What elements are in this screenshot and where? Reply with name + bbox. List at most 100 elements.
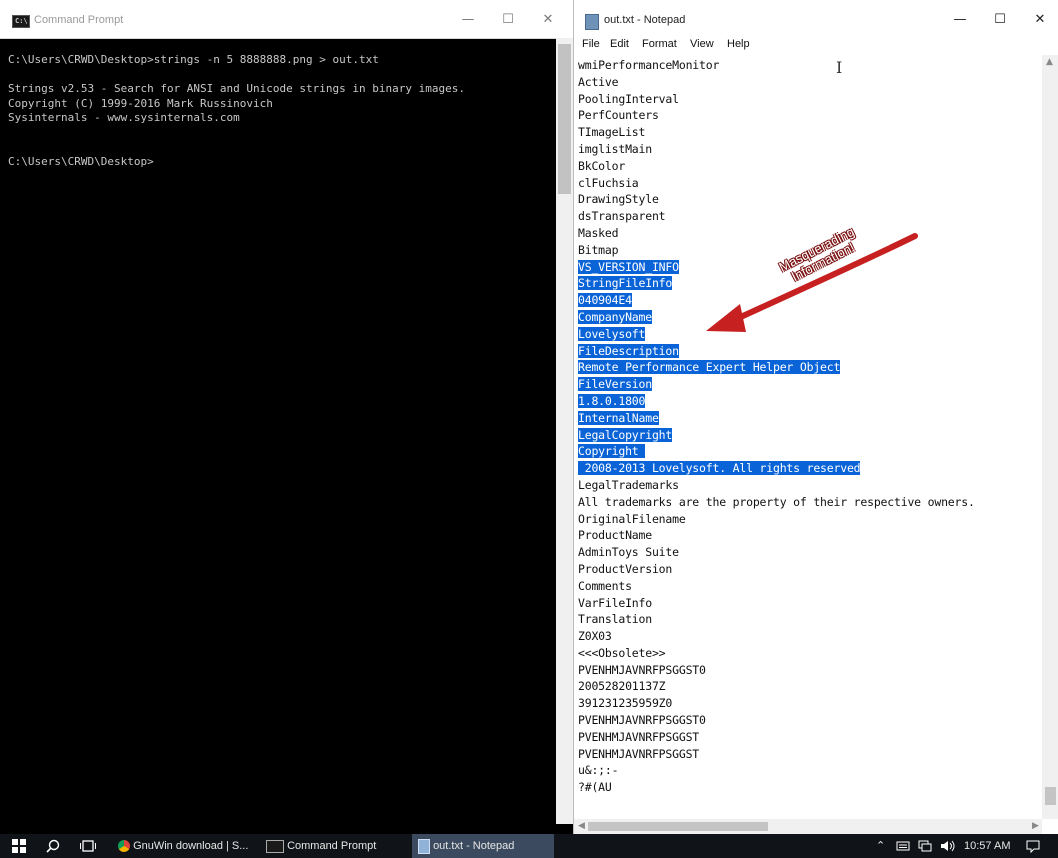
maximize-button[interactable]: ☐: [496, 8, 520, 32]
console-output[interactable]: C:\Users\CRWD\Desktop>strings -n 5 88888…: [0, 38, 556, 824]
taskbar-item-notepad[interactable]: out.txt - Notepad: [412, 834, 554, 858]
selected-text-line: LegalCopyright: [578, 427, 1042, 444]
text-line-content: OriginalFilename: [578, 511, 686, 526]
text-line-content: FileDescription: [578, 343, 679, 358]
chrome-icon: [118, 840, 130, 853]
text-cursor-icon: I: [836, 58, 843, 77]
keyboard-icon: [896, 841, 910, 851]
text-line: ?#(AU: [578, 779, 1042, 796]
notifications-icon: [1026, 840, 1040, 853]
scroll-left-arrow-icon[interactable]: ◀: [578, 821, 585, 831]
text-line-content: 200528201137Z: [578, 679, 666, 694]
menu-bar: File Edit Format View Help: [574, 38, 1058, 54]
text-line: DrawingStyle: [578, 191, 1042, 208]
text-line-content: Copyright: [578, 444, 646, 459]
cmd-window-title: Command Prompt: [34, 14, 124, 26]
scrollbar-thumb[interactable]: [558, 44, 571, 194]
minimize-button[interactable]: —: [456, 8, 480, 32]
taskbar-item-chrome[interactable]: GnuWin download | S...: [116, 834, 258, 858]
menu-view[interactable]: View: [690, 38, 714, 50]
windows-logo-icon: [12, 839, 26, 854]
text-line: VarFileInfo: [578, 595, 1042, 612]
text-line-content: InternalName: [578, 410, 659, 425]
close-button[interactable]: ✕: [1028, 8, 1052, 32]
text-line: Active: [578, 74, 1042, 91]
text-line: 200528201137Z: [578, 678, 1042, 695]
scrollbar-thumb[interactable]: [1045, 787, 1056, 805]
menu-format[interactable]: Format: [642, 38, 677, 50]
volume-icon: [941, 840, 955, 852]
console-line: Sysinternals - www.sysinternals.com: [8, 111, 240, 124]
scroll-right-arrow-icon[interactable]: ▶: [1032, 821, 1039, 831]
console-line: C:\Users\CRWD\Desktop>strings -n 5 88888…: [8, 53, 379, 66]
text-line: PoolingInterval: [578, 91, 1042, 108]
menu-help[interactable]: Help: [727, 38, 750, 50]
text-line-content: LegalTrademarks: [578, 477, 679, 492]
arrow-head-icon: [706, 304, 746, 332]
notepad-titlebar[interactable]: out.txt - Notepad — ☐ ✕: [574, 0, 1058, 38]
text-line: ProductName: [578, 527, 1042, 544]
scroll-up-arrow-icon[interactable]: ▲: [1046, 57, 1053, 67]
maximize-button[interactable]: ☐: [988, 8, 1012, 32]
task-view-icon: [80, 840, 96, 852]
text-line-content: wmiPerformanceMonitor: [578, 58, 720, 72]
task-view-button[interactable]: [80, 834, 100, 858]
text-line: PVENHMJAVNRFPSGGST: [578, 746, 1042, 763]
action-center-button[interactable]: [1026, 834, 1046, 858]
text-line-content: 040904E4: [578, 293, 632, 308]
console-line: C:\Users\CRWD\Desktop>: [8, 154, 154, 168]
cmd-titlebar[interactable]: C:\ Command Prompt — ☐ ✕: [0, 0, 573, 39]
text-line-content: clFuchsia: [578, 175, 639, 190]
tray-icon-1[interactable]: [896, 834, 912, 858]
text-line-content: 1.8.0.1800: [578, 393, 646, 408]
notepad-window[interactable]: out.txt - Notepad — ☐ ✕ File Edit Format…: [573, 0, 1058, 834]
cmd-icon: C:\: [12, 15, 30, 28]
text-line-content: imglistMain: [578, 141, 652, 156]
text-editor[interactable]: wmiPerformanceMonitor Active PoolingInterv…: [574, 55, 1042, 819]
text-line: ProductVersion: [578, 561, 1042, 578]
notepad-vertical-scrollbar[interactable]: ▲: [1042, 55, 1058, 819]
taskbar-item-command-prompt[interactable]: Command Prompt: [262, 834, 406, 858]
text-line-content: ProductName: [578, 528, 652, 543]
text-line-content: DrawingStyle: [578, 192, 659, 207]
notepad-icon: [418, 838, 430, 854]
command-prompt-window[interactable]: C:\ Command Prompt — ☐ ✕ C:\Users\CRWD\D…: [0, 0, 573, 834]
cmd-vertical-scrollbar[interactable]: [556, 38, 573, 824]
text-line-content: AdminToys Suite: [578, 545, 679, 560]
text-line: u&:;:-: [578, 762, 1042, 779]
text-line-content: VS_VERSION_INFO: [578, 259, 679, 274]
search-icon: [46, 839, 60, 853]
text-line-content: PVENHMJAVNRFPSGGST0: [578, 662, 706, 677]
selected-text-line: InternalName: [578, 410, 1042, 427]
show-hidden-icons-button[interactable]: ⌃: [876, 834, 890, 858]
close-button[interactable]: ✕: [536, 8, 560, 32]
taskbar-item-label: Command Prompt: [287, 840, 377, 852]
network-tray-button[interactable]: [918, 834, 934, 858]
menu-file[interactable]: File: [582, 38, 600, 50]
text-line: imglistMain: [578, 141, 1042, 158]
text-line: AdminToys Suite: [578, 544, 1042, 561]
text-line-content: BkColor: [578, 158, 626, 173]
text-line: Z0X03: [578, 628, 1042, 645]
volume-tray-button[interactable]: [940, 834, 958, 858]
text-line: Comments: [578, 578, 1042, 595]
text-line: OriginalFilename: [578, 511, 1042, 528]
text-line: PerfCounters: [578, 107, 1042, 124]
text-line: dsTransparent: [578, 208, 1042, 225]
selected-text-line: FileVersion: [578, 376, 1042, 393]
text-line: LegalTrademarks: [578, 477, 1042, 494]
search-button[interactable]: [46, 834, 66, 858]
scrollbar-thumb[interactable]: [588, 822, 768, 831]
text-line: PVENHMJAVNRFPSGGST0: [578, 662, 1042, 679]
text-line: BkColor: [578, 158, 1042, 175]
text-line-content: Remote Performance Expert Helper Object: [578, 360, 841, 375]
start-button[interactable]: [12, 834, 32, 858]
clock[interactable]: 10:57 AM: [964, 834, 1014, 858]
text-line-content: CompanyName: [578, 309, 652, 324]
notepad-horizontal-scrollbar[interactable]: ◀ ▶: [574, 819, 1042, 834]
minimize-button[interactable]: —: [948, 8, 972, 32]
menu-edit[interactable]: Edit: [610, 38, 629, 50]
